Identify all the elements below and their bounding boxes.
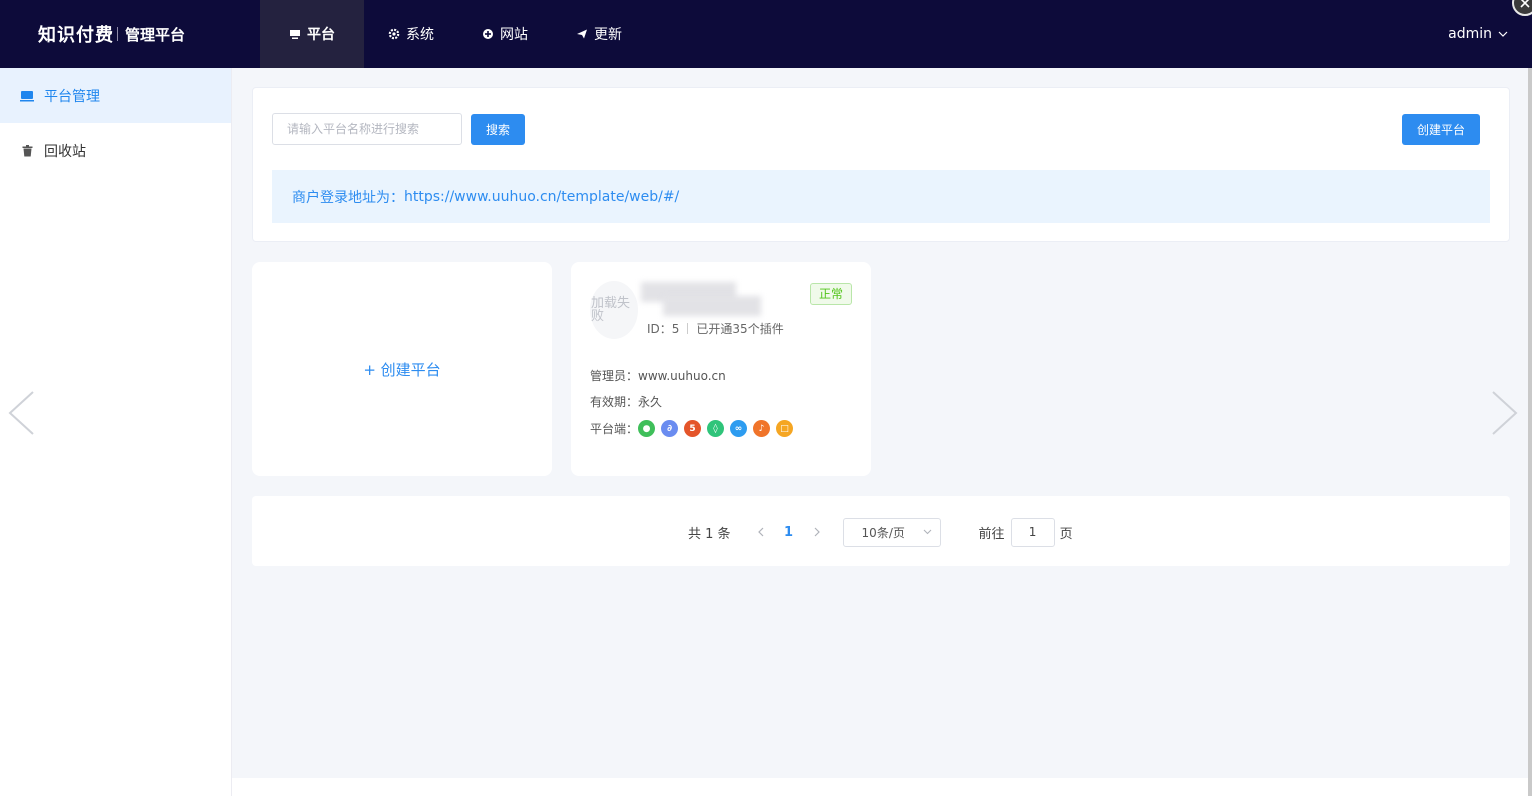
username: admin — [1448, 26, 1492, 42]
footer-strip — [232, 778, 1528, 796]
pagination: 共 1 条 1 10条/页 前往 页 — [688, 517, 1073, 547]
expiry-row: 有效期： 永久 — [590, 393, 662, 410]
login-url-link[interactable]: https://www.uuhuo.cn/template/web/#/ — [404, 189, 679, 205]
expiry-value: 永久 — [638, 395, 663, 409]
platform-avatar: 加载失败 — [590, 281, 638, 339]
nav-item-platform[interactable]: 平台 — [260, 0, 364, 68]
monitor-icon — [289, 28, 301, 40]
laptop-icon — [20, 89, 34, 103]
page-size-select[interactable]: 10条/页 — [842, 517, 941, 547]
admin-value: www.uuhuo.cn — [638, 368, 726, 383]
sidebar-item-platform-management[interactable]: 平台管理 — [0, 68, 231, 123]
top-header: 知识付费 管理平台 平台 系统 网站 更新 admin — [0, 0, 1532, 68]
search-panel: 搜索 创建平台 商户登录地址为： https://www.uuhuo.cn/te… — [252, 87, 1510, 242]
chevron-down-icon — [923, 529, 931, 535]
create-platform-button[interactable]: 创建平台 — [1402, 114, 1480, 145]
chevron-down-icon — [1498, 31, 1508, 37]
pc-icon: □ — [776, 420, 794, 437]
plus-circle-icon — [482, 28, 494, 40]
goto-page: 前往 页 — [978, 517, 1073, 547]
brand-title: 知识付费 — [38, 25, 114, 46]
pagination-total: 共 1 条 — [688, 526, 731, 542]
trash-icon — [20, 144, 34, 158]
miniprogram-icon: ∂ — [661, 420, 679, 437]
brand: 知识付费 管理平台 — [38, 20, 185, 48]
wechat-icon: ● — [638, 420, 656, 437]
page-suffix: 页 — [1059, 526, 1073, 542]
pagination-panel: 共 1 条 1 10条/页 前往 页 — [252, 496, 1510, 566]
douyin-icon: ♪ — [753, 420, 771, 437]
status-badge: 正常 — [810, 283, 853, 305]
top-nav: 平台 系统 网站 更新 — [260, 0, 646, 68]
html5-icon: 5 — [684, 420, 702, 437]
create-platform-card[interactable]: + 创建平台 — [252, 262, 552, 476]
sidebar-item-label: 回收站 — [44, 143, 86, 160]
nav-label: 网站 — [500, 27, 528, 43]
nav-item-update[interactable]: 更新 — [552, 0, 646, 68]
nav-label: 更新 — [594, 27, 622, 43]
app-icon: ◊ — [707, 420, 725, 437]
expiry-label: 有效期： — [590, 395, 639, 409]
platform-search-input[interactable] — [272, 113, 462, 145]
page-number-current[interactable]: 1 — [771, 525, 807, 540]
goto-page-input[interactable] — [1010, 517, 1055, 547]
create-platform-label: + 创建平台 — [363, 360, 441, 379]
sidebar-item-label: 平台管理 — [44, 88, 100, 105]
carousel-next-arrow-icon[interactable] — [1490, 390, 1520, 436]
sidebar-item-recycle-bin[interactable]: 回收站 — [0, 123, 231, 178]
chevron-left-icon — [757, 527, 763, 537]
divider — [687, 323, 689, 334]
nav-label: 平台 — [307, 27, 335, 43]
brand-subtitle: 管理平台 — [125, 25, 186, 44]
platforms-row: 平台端： ● ∂ 5 ◊ ∞ ♪ □ — [590, 420, 799, 437]
send-icon — [576, 28, 588, 40]
next-page-button[interactable] — [807, 527, 827, 537]
merchant-login-bar: 商户登录地址为： https://www.uuhuo.cn/template/w… — [272, 170, 1490, 223]
platform-id: ID：5 — [647, 322, 680, 336]
goto-label: 前往 — [978, 526, 1005, 542]
page-size-value: 10条/页 — [861, 525, 905, 540]
close-window-button[interactable] — [1512, 0, 1532, 16]
nav-item-website[interactable]: 网站 — [458, 0, 552, 68]
carousel-prev-arrow-icon[interactable] — [6, 390, 36, 436]
admin-label: 管理员： — [590, 369, 639, 383]
platform-icon-list: ● ∂ 5 ◊ ∞ ♪ □ — [638, 420, 799, 437]
platforms-label: 平台端： — [590, 422, 639, 436]
login-url-label: 商户登录地址为： — [292, 189, 404, 206]
chevron-right-icon — [814, 527, 820, 537]
search-button[interactable]: 搜索 — [471, 114, 525, 145]
user-menu[interactable]: admin — [1448, 0, 1508, 68]
nav-item-system[interactable]: 系统 — [364, 0, 458, 68]
close-icon — [1520, 0, 1530, 8]
platform-card[interactable]: 加载失败 正常 ID：5 已开通35个插件 管理员： www.uuhuo.cn … — [571, 262, 871, 476]
gear-icon — [388, 28, 400, 40]
platform-name-blurred — [641, 282, 761, 316]
nav-label: 系统 — [406, 27, 434, 43]
link-icon: ∞ — [730, 420, 748, 437]
plugin-count: 已开通35个插件 — [696, 322, 784, 336]
brand-divider — [117, 27, 118, 41]
platform-id-line: ID：5 已开通35个插件 — [647, 320, 784, 337]
window-edge — [1528, 68, 1532, 796]
prev-page-button[interactable] — [751, 527, 771, 537]
admin-row: 管理员： www.uuhuo.cn — [590, 367, 726, 384]
